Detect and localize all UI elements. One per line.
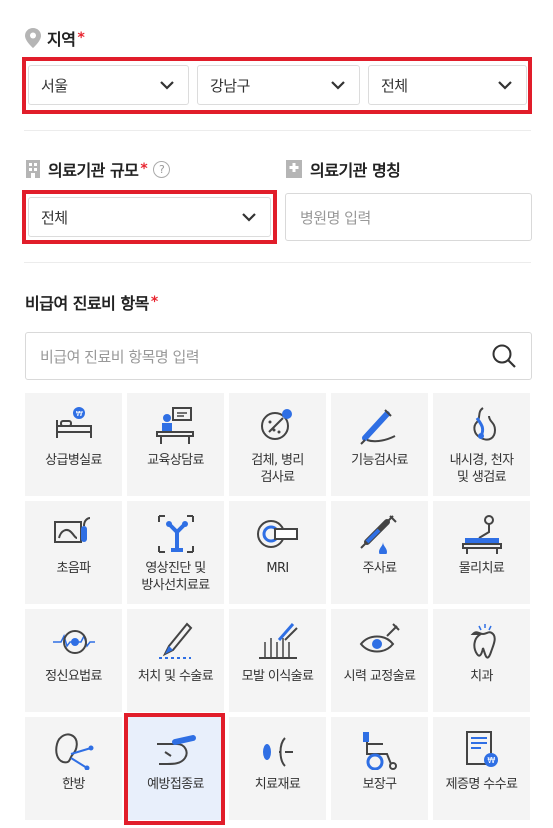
category-tile[interactable]: 치과 <box>433 609 530 712</box>
category-tile[interactable]: 한방 <box>25 717 122 820</box>
acupuncture-icon <box>50 727 98 771</box>
hospital-icon <box>286 160 302 178</box>
category-tile[interactable]: ₩ 제증명 수수료 <box>433 717 530 820</box>
city-select-value: 서울 <box>41 76 68 95</box>
chevron-down-icon <box>160 81 174 90</box>
name-label-row: 의료기관 명칭 <box>285 157 401 181</box>
scale-select-value: 전체 <box>41 208 68 227</box>
category-tile-label: 시력 교정술료 <box>343 669 416 684</box>
category-tile-label: 한방 <box>62 777 85 792</box>
ultrasound-icon <box>50 511 98 555</box>
svg-text:₩: ₩ <box>487 756 495 765</box>
category-tile[interactable]: MRI <box>229 501 326 604</box>
dong-select-value: 전체 <box>381 76 408 95</box>
syringe-icon <box>356 511 404 555</box>
pathology-icon <box>254 403 302 447</box>
category-tile-label: 기능검사료 <box>351 453 408 468</box>
item-search-placeholder: 비급여 진료비 항목명 입력 <box>40 347 200 366</box>
hospital-bed-icon: ₩ <box>50 403 98 447</box>
category-tile[interactable]: 모발 이식술료 <box>229 609 326 712</box>
category-tile-label: 상급병실료 <box>45 453 102 468</box>
category-tile[interactable]: 검체, 병리 검사료 <box>229 393 326 496</box>
items-label-row: 비급여 진료비 항목 * <box>25 290 158 314</box>
region-label: 지역 <box>47 30 76 49</box>
scale-label: 의료기관 규모 <box>48 161 139 180</box>
required-mark: * <box>140 161 148 177</box>
chevron-down-icon <box>498 81 512 90</box>
eye-surgery-icon <box>356 619 404 663</box>
category-tile-label: MRI <box>266 561 289 576</box>
district-select[interactable]: 강남구 <box>197 65 360 105</box>
category-tile[interactable]: 영상진단 및 방사선치료료 <box>127 501 224 604</box>
function-test-icon <box>356 403 404 447</box>
required-mark: * <box>77 30 85 46</box>
items-label: 비급여 진료비 항목 <box>25 294 149 313</box>
category-tile[interactable]: 보장구 <box>331 717 428 820</box>
hospital-name-placeholder: 병원명 입력 <box>300 208 371 227</box>
region-label-row: 지역 * <box>25 26 85 50</box>
radiology-icon <box>152 511 200 555</box>
category-tile-label: 물리치료 <box>458 561 505 576</box>
help-icon[interactable]: ? <box>153 160 171 178</box>
location-pin-icon <box>25 28 41 48</box>
district-select-value: 강남구 <box>210 76 250 95</box>
scalpel-icon <box>152 619 200 663</box>
category-tile-label: 주사료 <box>362 561 397 576</box>
category-tile-label: 모발 이식술료 <box>241 669 314 684</box>
search-icon[interactable] <box>491 343 517 369</box>
category-tile-label: 초음파 <box>56 561 91 576</box>
category-tile[interactable]: 내시경, 천자 및 생검료 <box>433 393 530 496</box>
name-label: 의료기관 명칭 <box>310 161 401 180</box>
hospital-name-input[interactable]: 병원명 입력 <box>285 193 532 241</box>
physical-therapy-icon <box>458 511 506 555</box>
certificate-icon: ₩ <box>458 727 506 771</box>
divider <box>24 262 531 263</box>
treatment-material-icon <box>254 727 302 771</box>
category-tile-label: 검체, 병리 검사료 <box>251 453 304 485</box>
category-tile-label: 영상진단 및 방사선치료료 <box>141 561 210 593</box>
chevron-down-icon <box>331 81 345 90</box>
category-tile[interactable]: 기능검사료 <box>331 393 428 496</box>
category-tile[interactable]: ₩ 상급병실료 <box>25 393 122 496</box>
scale-label-row: 의료기관 규모 * ? <box>25 157 171 181</box>
category-tile[interactable]: 정신요법료 <box>25 609 122 712</box>
category-tile-label: 정신요법료 <box>45 669 102 684</box>
category-tile[interactable]: 초음파 <box>25 501 122 604</box>
category-tile-label: 제증명 수수료 <box>445 777 518 792</box>
tooth-icon <box>458 619 506 663</box>
brain-icon <box>50 619 98 663</box>
item-category-grid: ₩ 상급병실료 교육상담료 검체, 병리 검사료 기능검사료 내시경, 천자 및 생검료초음파… <box>25 393 530 820</box>
category-tile[interactable]: 시력 교정술료 <box>331 609 428 712</box>
required-mark: * <box>150 294 158 310</box>
chevron-down-icon <box>242 213 256 222</box>
endoscopy-icon <box>458 403 506 447</box>
svg-text:₩: ₩ <box>75 410 82 418</box>
category-tile[interactable]: 물리치료 <box>433 501 530 604</box>
scale-select[interactable]: 전체 <box>28 197 271 237</box>
category-tile-label: 보장구 <box>362 777 397 792</box>
counseling-icon <box>152 403 200 447</box>
selected-tile-highlight <box>124 713 225 825</box>
category-tile-label: 교육상담료 <box>147 453 204 468</box>
category-tile[interactable]: 처치 및 수술료 <box>127 609 224 712</box>
category-tile-label: 처치 및 수술료 <box>137 669 214 684</box>
category-tile[interactable]: 치료재료 <box>229 717 326 820</box>
city-select[interactable]: 서울 <box>28 65 189 105</box>
dong-select[interactable]: 전체 <box>368 65 527 105</box>
mri-icon <box>254 511 302 555</box>
category-tile-label: 내시경, 천자 및 생검료 <box>449 453 514 485</box>
item-search-input[interactable]: 비급여 진료비 항목명 입력 <box>25 332 532 380</box>
building-icon <box>26 160 40 178</box>
divider <box>24 130 531 131</box>
hair-transplant-icon <box>254 619 302 663</box>
category-tile[interactable]: 교육상담료 <box>127 393 224 496</box>
category-tile-label: 치료재료 <box>254 777 301 792</box>
category-tile-label: 치과 <box>470 669 493 684</box>
category-tile[interactable]: 주사료 <box>331 501 428 604</box>
wheelchair-icon <box>356 727 404 771</box>
